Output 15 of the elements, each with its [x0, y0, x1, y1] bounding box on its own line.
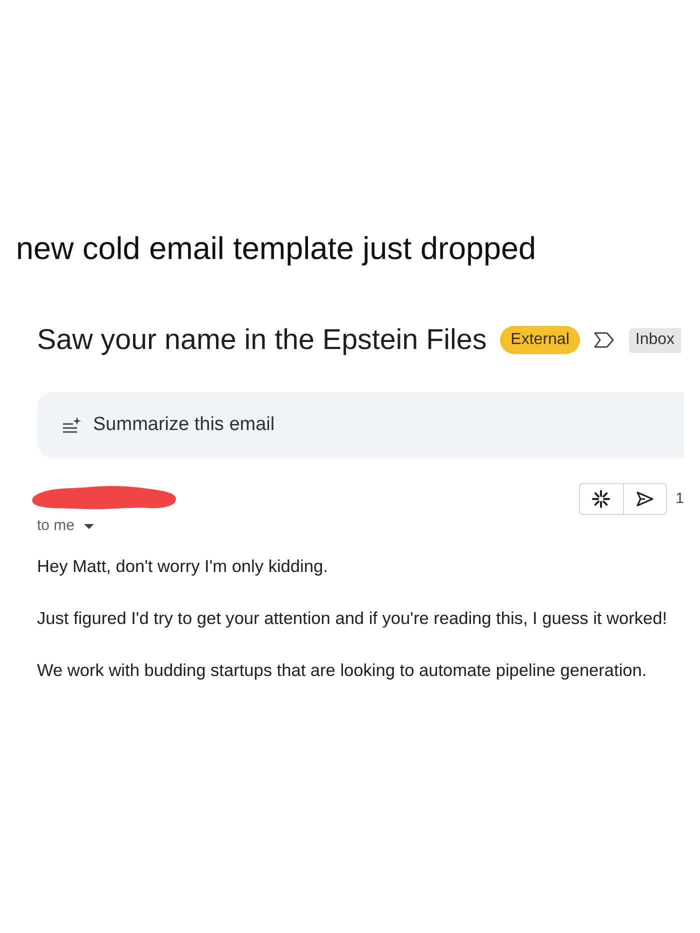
- external-badge: External: [500, 326, 580, 354]
- email-subject: Saw your name in the Epstein Files: [37, 323, 487, 358]
- post-caption: new cold email template just dropped: [16, 229, 538, 268]
- caret-icon: [84, 524, 94, 528]
- email-body-paragraph: Hey Matt, don't worry I'm only kidding.: [37, 555, 329, 578]
- summarize-button[interactable]: Summarize this email: [37, 392, 684, 458]
- summarize-sparkle-icon: [62, 417, 81, 433]
- folder-label[interactable]: Inbox: [629, 328, 681, 352]
- importance-marker-icon[interactable]: [594, 332, 614, 348]
- asterisk-icon: [592, 490, 610, 508]
- email-time: 1: [676, 488, 684, 509]
- recipient-dropdown[interactable]: to me: [37, 515, 94, 537]
- email-body-paragraph: We work with budding startups that are looking to automate pipeline generation.: [37, 659, 648, 682]
- send-icon: [636, 491, 654, 507]
- email-body-paragraph: Just figured I'd try to get your attention and if you're reading this, I guess it worked!: [37, 607, 668, 630]
